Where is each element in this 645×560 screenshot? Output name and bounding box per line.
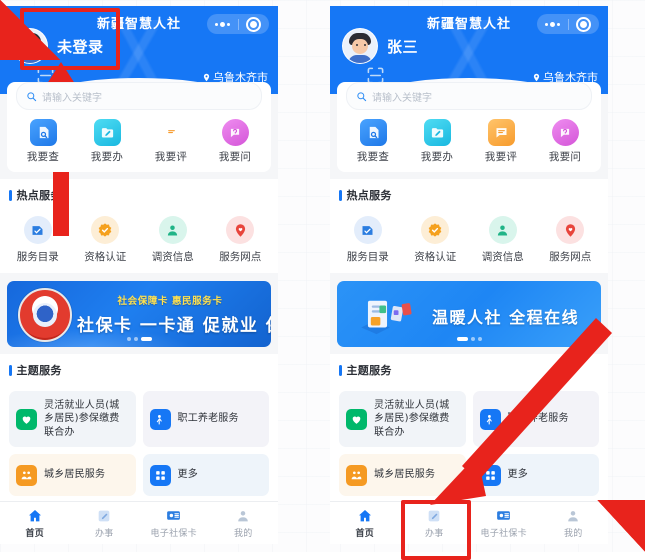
question-chat-icon — [221, 119, 249, 146]
edit-folder-icon — [93, 119, 121, 146]
quick-actions-row-after: 我要查 我要办 我要评 我要问 — [337, 110, 601, 172]
quick-action-label: 我要问 — [548, 151, 582, 163]
quick-action-label: 我要办 — [420, 151, 454, 163]
edit-folder-icon — [423, 119, 451, 146]
comment-icon — [158, 119, 185, 146]
quick-action-wochacha[interactable]: 我要查 — [341, 119, 405, 164]
quick-action-woyaoping[interactable]: 我要评 — [469, 119, 533, 164]
search-placeholder: 请输入关键字 — [372, 92, 432, 104]
search-icon — [27, 91, 37, 101]
search-icon — [357, 91, 367, 101]
quick-action-wochacha[interactable]: 我要查 — [11, 119, 75, 164]
quick-action-woyaowen[interactable]: 我要问 — [203, 119, 267, 164]
quick-action-woyaowen[interactable]: 我要问 — [533, 119, 597, 164]
search-input[interactable]: 请输入关键字 — [16, 82, 262, 110]
comment-icon — [487, 119, 515, 146]
search-card-after: 请输入关键字 我要查 我要办 我要评 我要问 — [337, 82, 601, 172]
quick-action-label: 我要评 — [484, 151, 518, 163]
quick-action-label: 我要查 — [356, 151, 390, 163]
quick-actions-row-before: 我要查 我要办 我要评 我要问 — [7, 110, 271, 172]
quick-action-label: 我要办 — [90, 151, 124, 163]
quick-action-label: 我要问 — [218, 151, 252, 163]
quick-action-woyaoban[interactable]: 我要办 — [405, 119, 469, 164]
search-card-before: 请输入关键字 我要查 我要办 我要评 我要问 — [7, 82, 271, 172]
arrow-pointing-to-banshi-tab — [430, 318, 612, 505]
search-input[interactable]: 请输入关键字 — [346, 82, 592, 110]
quick-action-label: 我要评 — [154, 151, 188, 163]
quick-action-woyaoping[interactable]: 我要评 — [139, 119, 203, 164]
question-chat-icon — [551, 119, 579, 146]
document-search-icon — [29, 119, 57, 146]
document-search-icon — [359, 119, 387, 146]
search-placeholder: 请输入关键字 — [42, 92, 102, 104]
quick-action-woyaoban[interactable]: 我要办 — [75, 119, 139, 164]
screenshot-stage: 新疆智慧人社 未登录 乌鲁木齐市 请输入关键字 我要查 我要办 我要评 我要问 … — [0, 0, 645, 560]
quick-action-label: 我要查 — [26, 151, 60, 163]
